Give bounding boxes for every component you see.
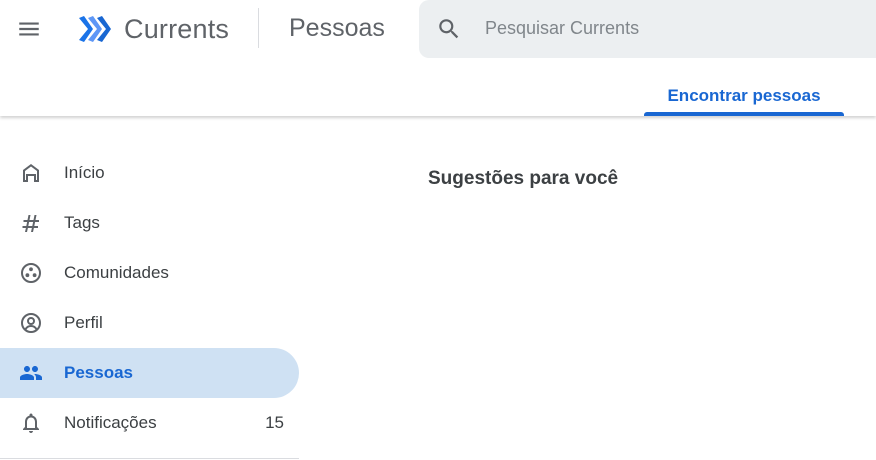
tab-find-people[interactable]: Encontrar pessoas xyxy=(644,76,844,116)
tab-label: Encontrar pessoas xyxy=(667,86,821,105)
main-menu-button[interactable] xyxy=(8,8,50,50)
search-icon[interactable] xyxy=(436,16,462,42)
search-box[interactable] xyxy=(419,0,876,58)
sidebar-divider xyxy=(0,458,299,459)
hashtag-icon xyxy=(22,215,39,232)
bell-icon xyxy=(23,413,39,433)
top-app-bar: Currents Pessoas Encontrar pessoas xyxy=(0,0,876,116)
sidebar-item-label: Notificações xyxy=(64,413,157,432)
sidebar-item-label: Comunidades xyxy=(64,263,169,282)
currents-logo-icon[interactable] xyxy=(76,12,112,46)
sidebar-item-label: Pessoas xyxy=(64,363,133,382)
page-title: Pessoas xyxy=(289,14,385,42)
sidebar-item-pessoas[interactable]: Pessoas xyxy=(0,348,299,398)
sidebar-item-inicio[interactable]: Início xyxy=(0,148,299,198)
sidebar-nav: Início Tags Comunidades Perfil Pessoas N… xyxy=(0,148,300,448)
sidebar-item-label: Perfil xyxy=(64,313,103,332)
title-divider xyxy=(258,8,259,48)
notification-count-badge: 15 xyxy=(265,413,284,432)
menu-icon xyxy=(19,22,39,36)
sidebar-item-label: Início xyxy=(64,163,105,182)
sidebar-item-tags[interactable]: Tags xyxy=(0,198,299,248)
profile-icon xyxy=(21,313,41,333)
active-tab-indicator xyxy=(644,112,844,116)
app-name[interactable]: Currents xyxy=(124,14,229,45)
sidebar-item-label: Tags xyxy=(64,213,100,232)
suggestions-heading: Sugestões para você xyxy=(428,168,619,189)
people-icon xyxy=(20,366,42,380)
home-icon xyxy=(23,164,39,182)
communities-icon xyxy=(21,263,41,283)
sidebar-item-notificacoes[interactable]: Notificações 15 xyxy=(0,398,299,448)
sidebar-item-comunidades[interactable]: Comunidades xyxy=(0,248,299,298)
sidebar-item-perfil[interactable]: Perfil xyxy=(0,298,299,348)
search-input[interactable] xyxy=(485,18,865,39)
